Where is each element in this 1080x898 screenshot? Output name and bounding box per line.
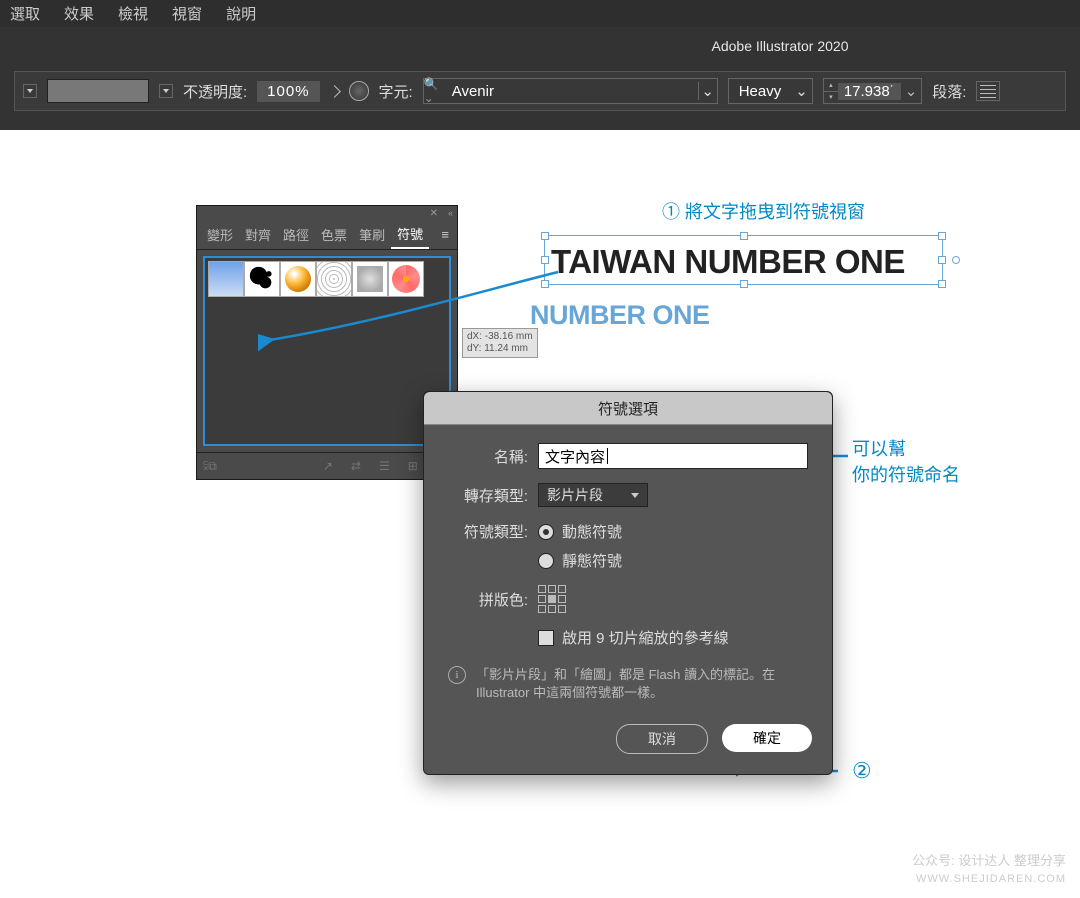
symbol-thumb[interactable] [388,261,424,297]
symbol-thumb[interactable] [316,261,352,297]
close-icon[interactable]: ✕ [430,208,438,219]
radio-static[interactable] [538,553,554,569]
name-label: 名稱: [448,446,528,467]
font-size-value: 17.938˙ [838,83,901,100]
symbol-thumb[interactable] [244,261,280,297]
tab-align[interactable]: 對齊 [239,221,277,248]
new-symbol-icon[interactable]: ⊞ [408,459,418,473]
chevron-down-icon: ⌄ [901,82,922,100]
dropdown-icon[interactable] [23,84,37,98]
stepper[interactable]: ▴▾ [824,79,838,103]
app-chrome: 選取 效果 檢視 視窗 說明 Adobe Illustrator 2020 不透… [0,0,1080,130]
menu-bar: 選取 效果 檢視 視窗 說明 [0,0,1080,27]
dialog-title: 符號選項 [424,392,832,425]
panel-tabs: 變形 對齊 路徑 色票 筆刷 符號 ≡ [197,220,457,250]
place-icon[interactable]: ↗ [323,459,333,473]
tab-transform[interactable]: 變形 [201,221,239,248]
ok-button[interactable]: 確定 [722,724,812,752]
options-icon[interactable]: ☰ [379,459,390,473]
collapse-icon[interactable]: « [448,208,453,218]
annotation-step2: ② [852,758,872,784]
menu-select[interactable]: 選取 [10,3,40,24]
character-label: 字元: [379,81,413,102]
break-link-icon[interactable]: ⇄ [351,459,361,473]
appearance-swatch[interactable] [47,79,149,103]
export-type-label: 轉存類型: [448,485,528,506]
cancel-button[interactable]: 取消 [616,724,708,754]
info-note: i 「影片片段」和「繪圖」都是 Flash 讀入的標記。在 Illustrato… [448,666,808,702]
chevron-right-icon[interactable] [328,85,341,98]
symbol-options-dialog: 符號選項 名稱: 文字內容 轉存類型: 影片片段 符號類型: 動態符號 靜態符號… [423,391,833,775]
menu-window[interactable]: 視窗 [172,3,202,24]
menu-effect[interactable]: 效果 [64,3,94,24]
symbol-thumb[interactable] [352,261,388,297]
tab-path[interactable]: 路徑 [277,221,315,248]
paragraph-align-icon[interactable] [976,81,1000,101]
library-icon[interactable]: ⫁⧉ [203,459,217,474]
registration-label: 拼版色: [448,589,528,610]
name-field[interactable]: 文字內容 [538,443,808,469]
chevron-down-icon: ⌄ [791,82,812,100]
font-weight-select[interactable]: Heavy ⌄ [728,78,813,104]
nine-slice-checkbox[interactable] [538,630,554,646]
info-icon: i [448,666,466,684]
search-icon: 🔍⌄ [424,77,446,105]
globe-icon[interactable] [349,81,369,101]
paragraph-label: 段落: [932,81,966,102]
smart-guide-measure: dX: -38.16 mm dY: 11.24 mm [462,328,538,358]
panel-menu-icon[interactable]: ≡ [437,227,453,242]
menu-help[interactable]: 說明 [226,3,256,24]
control-bar: 不透明度: 100% 字元: 🔍⌄ Avenir ⌄ Heavy ⌄ ▴▾ 17… [14,71,1066,111]
export-type-select[interactable]: 影片片段 [538,483,648,507]
nine-slice-label: 啟用 9 切片縮放的參考線 [562,627,729,648]
opacity-value[interactable]: 100% [257,81,319,102]
menu-view[interactable]: 檢視 [118,3,148,24]
radio-static-label: 靜態符號 [562,550,622,571]
symbol-library[interactable] [203,256,451,446]
artboard-text[interactable]: TAIWAN NUMBER ONE [551,243,905,281]
registration-grid[interactable] [538,585,566,613]
chevron-down-icon: ⌄ [698,82,717,100]
dropdown-icon[interactable] [159,84,173,98]
font-weight: Heavy [729,83,792,100]
opacity-label: 不透明度: [183,81,247,102]
annotation-step1: ① 將文字拖曳到符號視窗 [662,199,865,225]
tab-symbols[interactable]: 符號 [391,220,429,249]
app-title: Adobe Illustrator 2020 [712,38,849,54]
font-name: Avenir [446,83,698,100]
tab-brushes[interactable]: 筆刷 [353,221,391,248]
font-family-select[interactable]: 🔍⌄ Avenir ⌄ [423,78,718,104]
symbol-type-label: 符號類型: [448,521,528,542]
title-bar: Adobe Illustrator 2020 [0,27,1080,61]
symbol-thumb[interactable] [208,261,244,297]
drag-ghost-text: NUMBER ONE [530,300,710,331]
annotation-name-hint: 可以幫你的符號命名 [852,436,960,488]
radio-dynamic-label: 動態符號 [562,521,622,542]
radio-dynamic[interactable] [538,524,554,540]
symbols-panel: ✕ « 變形 對齊 路徑 色票 筆刷 符號 ≡ ⫁⧉ ↗ ⇄ ☰ ⊞ 🗑 [196,205,458,480]
font-size-field[interactable]: ▴▾ 17.938˙ ⌄ [823,78,922,104]
watermark: 公众号: 设计达人 整理分享 WWW.SHEJIDAREN.COM [912,852,1066,888]
symbol-thumb[interactable] [280,261,316,297]
tab-swatches[interactable]: 色票 [315,221,353,248]
panel-footer: ⫁⧉ ↗ ⇄ ☰ ⊞ 🗑 [197,452,457,479]
